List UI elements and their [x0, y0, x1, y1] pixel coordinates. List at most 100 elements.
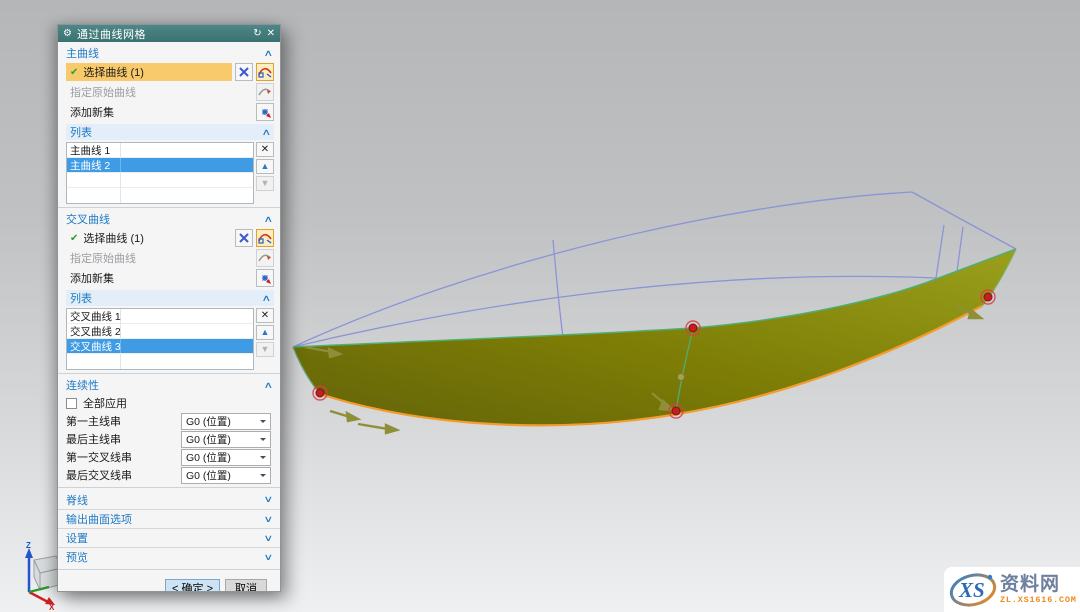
list-item[interactable]: [67, 354, 253, 369]
hull-surface[interactable]: [293, 249, 1016, 425]
through-curve-mesh-dialog: ⚙ 通过曲线网格 ↻ ✕ 主曲线 ∧ ✔ 选择曲线 (1): [57, 24, 281, 592]
list-item[interactable]: [67, 188, 253, 203]
cross-list-header[interactable]: 列表 ∧: [66, 290, 274, 306]
list-item-label: 主曲线 2: [67, 158, 121, 172]
list-item-label: 交叉曲线 1: [67, 309, 121, 323]
list-item-value: [121, 339, 253, 353]
list-item-label: 交叉曲线 2: [67, 324, 121, 338]
chevron-up-icon: ∧: [264, 214, 274, 225]
list-item-value: [121, 188, 253, 203]
primary-add-new-set-row: 添加新集: [58, 102, 280, 122]
list-label: 列表: [70, 124, 263, 140]
move-up-button[interactable]: ▲: [256, 325, 274, 340]
logo-monogram: XS: [959, 578, 985, 603]
transom-top-edge[interactable]: [912, 192, 1016, 249]
primary-list: 主曲线 1 主曲线 2 ✕ ▲ ▼: [66, 142, 274, 204]
move-up-button[interactable]: ▲: [256, 159, 274, 174]
deselect-curve-button[interactable]: [235, 63, 253, 81]
check-icon: ✔: [70, 67, 78, 78]
list-item-selected[interactable]: 主曲线 2: [67, 158, 253, 173]
list-item-value: [121, 324, 253, 338]
list-item-value: [121, 158, 253, 172]
dialog-titlebar[interactable]: ⚙ 通过曲线网格 ↻ ✕: [58, 25, 280, 42]
list-item[interactable]: 交叉曲线 2: [67, 324, 253, 339]
apply-all-row: 全部应用: [58, 394, 280, 412]
section-header-spine[interactable]: 脊线 ∨: [58, 490, 280, 509]
blue-x-icon: [238, 66, 250, 78]
section-header-continuity[interactable]: 连续性 ∧: [58, 376, 280, 394]
site-name: 资料网: [1000, 575, 1060, 594]
add-new-set-button[interactable]: [256, 103, 274, 121]
cross-origin-curve-row: 指定原始曲线: [58, 248, 280, 268]
x-axis-label: X: [49, 603, 55, 610]
primary-list-buttons: ✕ ▲ ▼: [256, 142, 274, 191]
dropdown-value: G0 (位置): [182, 468, 256, 483]
deselect-curve-button[interactable]: [235, 229, 253, 247]
list-item-value: [121, 354, 253, 369]
section-header-settings[interactable]: 设置 ∨: [58, 528, 280, 547]
section-header-output-surface-options[interactable]: 输出曲面选项 ∨: [58, 509, 280, 528]
station-line-mid[interactable]: [553, 240, 563, 337]
section-header-primary-curves[interactable]: 主曲线 ∧: [58, 44, 280, 62]
curve-select-icon: [258, 231, 272, 245]
chevron-up-icon: ∧: [264, 380, 274, 391]
triad-z-axis: Z: [25, 542, 33, 592]
continuity-row: 第一交叉线串 G0 (位置): [58, 448, 280, 466]
watermark-logo: XS 资料网 ZL.XS1616.COM: [944, 567, 1080, 612]
add-set-icon: [258, 105, 272, 119]
origin-curve-icon: [258, 85, 272, 99]
origin-curve-label: 指定原始曲线: [66, 84, 253, 100]
origin-curve-button[interactable]: [256, 249, 274, 267]
close-icon[interactable]: ✕: [267, 29, 275, 39]
transom-side-edge-1[interactable]: [936, 225, 944, 278]
chevron-down-icon: [256, 432, 270, 447]
apply-all-checkbox[interactable]: [66, 398, 77, 409]
list-item-label: 交叉曲线 3: [67, 339, 121, 353]
dialog-title: 通过曲线网格: [77, 26, 248, 42]
reset-icon[interactable]: ↻: [253, 29, 261, 39]
primary-list-header[interactable]: 列表 ∧: [66, 124, 274, 140]
continuity-dropdown[interactable]: G0 (位置): [181, 431, 271, 448]
cancel-button[interactable]: 取消: [225, 579, 267, 591]
xs-logo-emblem: XS: [949, 571, 997, 609]
blue-x-icon: [238, 232, 250, 244]
ok-button[interactable]: < 确定 >: [165, 579, 220, 591]
primary-origin-curve-row: 指定原始曲线: [58, 82, 280, 102]
select-curve-field[interactable]: ✔ 选择曲线 (1): [66, 229, 232, 247]
primary-listbox[interactable]: 主曲线 1 主曲线 2: [66, 142, 254, 204]
gear-icon: ⚙: [63, 29, 72, 39]
section-header-cross-curves[interactable]: 交叉曲线 ∧: [58, 210, 280, 228]
move-down-button[interactable]: ▼: [256, 342, 274, 357]
list-item[interactable]: [67, 173, 253, 188]
list-item[interactable]: 交叉曲线 1: [67, 309, 253, 324]
continuity-dropdown[interactable]: G0 (位置): [181, 413, 271, 430]
dropdown-value: G0 (位置): [182, 414, 256, 429]
remove-item-button[interactable]: ✕: [256, 142, 274, 157]
transom-side-edge-2[interactable]: [957, 227, 963, 271]
section-label: 主曲线: [66, 45, 265, 61]
continuity-dropdown[interactable]: G0 (位置): [181, 449, 271, 466]
continuity-dropdown[interactable]: G0 (位置): [181, 467, 271, 484]
curve-selection-mode-button[interactable]: [256, 63, 274, 81]
list-label: 列表: [70, 290, 263, 306]
list-item-selected[interactable]: 交叉曲线 3: [67, 339, 253, 354]
move-down-button[interactable]: ▼: [256, 176, 274, 191]
list-item[interactable]: 主曲线 1: [67, 143, 253, 158]
chevron-up-icon: ∧: [264, 48, 274, 59]
separator: [58, 569, 280, 570]
list-item-value: [121, 143, 253, 157]
section-header-preview[interactable]: 预览 ∨: [58, 547, 280, 566]
section-label: 脊线: [66, 492, 265, 508]
cross-listbox[interactable]: 交叉曲线 1 交叉曲线 2 交叉曲线 3: [66, 308, 254, 370]
add-set-icon: [258, 271, 272, 285]
dialog-footer: < 确定 > 取消: [58, 572, 280, 591]
origin-curve-button[interactable]: [256, 83, 274, 101]
curve-selection-mode-button[interactable]: [256, 229, 274, 247]
list-item-label: [67, 173, 121, 187]
section-label: 交叉曲线: [66, 211, 265, 227]
cross-list: 交叉曲线 1 交叉曲线 2 交叉曲线 3 ✕ ▲ ▼: [66, 308, 274, 370]
add-new-set-button[interactable]: [256, 269, 274, 287]
select-curve-field[interactable]: ✔ 选择曲线 (1): [66, 63, 232, 81]
separator: [58, 207, 280, 208]
remove-item-button[interactable]: ✕: [256, 308, 274, 323]
